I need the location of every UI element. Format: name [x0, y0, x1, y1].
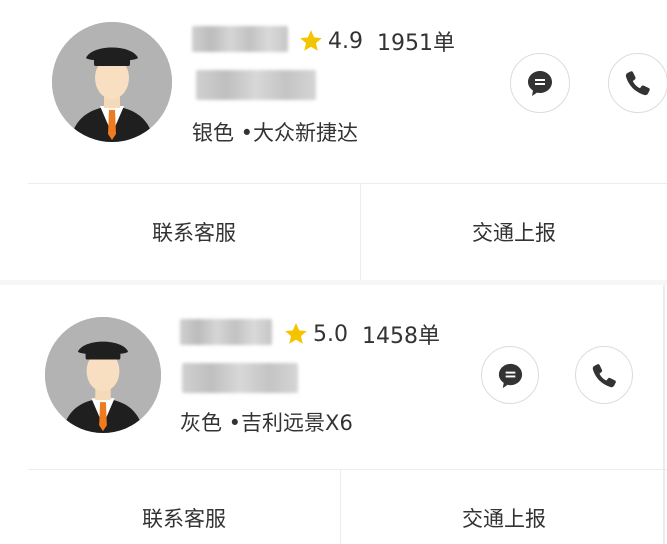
driver-avatar [45, 317, 161, 433]
traffic-report-button[interactable]: 交通上报 [341, 490, 667, 544]
order-count: 1951单 [377, 31, 455, 56]
call-driver-button[interactable] [608, 53, 667, 113]
message-driver-button[interactable] [481, 346, 539, 404]
driver-name-redacted [180, 319, 272, 345]
phone-icon [625, 71, 650, 96]
license-plate-redacted [182, 363, 298, 393]
driver-cards-page: 4.9 1951单 银色 •大众新捷达 联系客服 交通上报 5.0 1458单 … [0, 0, 667, 544]
driver-rating: 5.0 1458单 [283, 318, 440, 350]
edge-border [663, 285, 665, 544]
driver-avatar-icon [52, 22, 172, 142]
driver-avatar-icon [45, 317, 161, 433]
traffic-report-button[interactable]: 交通上报 [361, 184, 667, 280]
divider [28, 469, 667, 470]
contact-service-button[interactable]: 联系客服 [28, 184, 360, 280]
car-info: 银色 •大众新捷达 [192, 121, 359, 145]
driver-avatar [52, 22, 172, 142]
rating-value: 4.9 [328, 28, 363, 54]
driver-name-redacted [192, 26, 288, 52]
contact-service-button[interactable]: 联系客服 [28, 490, 340, 544]
chat-bubble-icon [498, 363, 522, 388]
call-driver-button[interactable] [575, 346, 633, 404]
license-plate-redacted [196, 70, 316, 100]
driver-card: 5.0 1458单 灰色 •吉利远景X6 联系客服 交通上报 [0, 285, 667, 544]
chat-bubble-icon [528, 71, 552, 96]
star-icon [300, 30, 322, 51]
message-driver-button[interactable] [510, 53, 570, 113]
phone-icon [592, 363, 616, 387]
order-count: 1458单 [362, 324, 440, 349]
car-info: 灰色 •吉利远景X6 [180, 411, 353, 435]
rating-value: 5.0 [313, 321, 348, 347]
driver-card: 4.9 1951单 银色 •大众新捷达 联系客服 交通上报 [0, 0, 667, 280]
star-icon [285, 323, 307, 344]
driver-rating: 4.9 1951单 [298, 25, 455, 57]
